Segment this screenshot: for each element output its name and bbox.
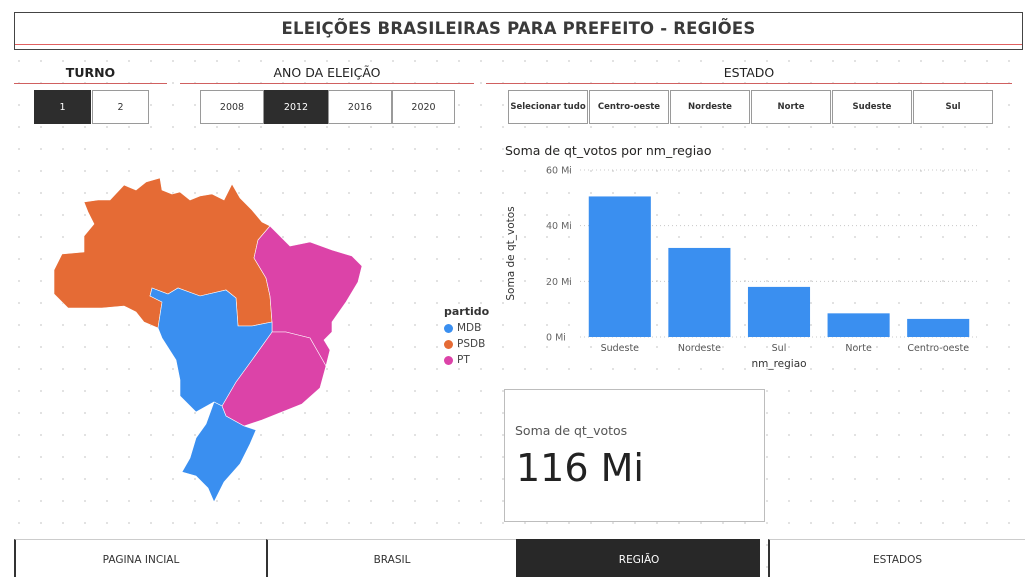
estado-option-selecionar-tudo[interactable]: Selecionar tudo bbox=[508, 90, 588, 124]
ano-option-2016[interactable]: 2016 bbox=[328, 90, 392, 124]
estado-option-nordeste[interactable]: Nordeste bbox=[670, 90, 750, 124]
x-axis-title: nm_regiao bbox=[751, 358, 806, 370]
y-tick-label: 60 Mi bbox=[546, 166, 572, 177]
legend-label-mdb: MDB bbox=[457, 322, 482, 334]
legend-item-mdb[interactable]: MDB bbox=[444, 322, 489, 334]
y-tick-label: 20 Mi bbox=[546, 277, 572, 288]
bar-sudeste[interactable] bbox=[588, 196, 651, 337]
brazil-map-svg bbox=[53, 177, 363, 503]
bar-centro-oeste[interactable] bbox=[907, 318, 970, 337]
card-label: Soma de qt_votos bbox=[515, 423, 628, 438]
x-tick-label: Sudeste bbox=[601, 343, 640, 354]
ano-option-2012[interactable]: 2012 bbox=[264, 90, 328, 124]
card-value: 116 Mi bbox=[516, 446, 644, 490]
nav-estados[interactable]: ESTADOS bbox=[768, 539, 1025, 577]
y-tick-label: 0 Mi bbox=[546, 333, 566, 344]
legend-dot-pt bbox=[444, 355, 453, 365]
y-axis-title: Soma de qt_votos bbox=[505, 206, 517, 300]
y-tick-label: 40 Mi bbox=[546, 221, 572, 232]
legend-item-psdb[interactable]: PSDB bbox=[444, 338, 489, 350]
turno-slicer-title: TURNO bbox=[14, 65, 167, 84]
bar-norte[interactable] bbox=[827, 313, 890, 337]
map-legend: partido MDB PSDB PT bbox=[444, 305, 489, 370]
legend-label-psdb: PSDB bbox=[457, 338, 486, 350]
page-title-box: ELEIÇÕES BRASILEIRAS PARA PREFEITO - REG… bbox=[14, 12, 1023, 50]
legend-label-pt: PT bbox=[457, 354, 470, 366]
ano-option-2008[interactable]: 2008 bbox=[200, 90, 264, 124]
estado-option-centro-oeste[interactable]: Centro-oeste bbox=[589, 90, 669, 124]
total-votes-card[interactable]: Soma de qt_votos 116 Mi bbox=[504, 389, 765, 522]
bar-sul[interactable] bbox=[747, 286, 811, 337]
legend-title: partido bbox=[444, 305, 490, 318]
x-tick-label: Norte bbox=[845, 343, 872, 354]
x-tick-label: Nordeste bbox=[678, 343, 721, 354]
nav-brasil[interactable]: BRASIL bbox=[266, 539, 516, 577]
bar-nordeste[interactable] bbox=[668, 247, 731, 337]
legend-item-pt[interactable]: PT bbox=[444, 354, 489, 366]
turno-option-2[interactable]: 2 bbox=[92, 90, 149, 124]
legend-dot-psdb bbox=[444, 339, 453, 349]
estado-option-norte[interactable]: Norte bbox=[751, 90, 831, 124]
estado-option-sul[interactable]: Sul bbox=[913, 90, 993, 124]
nav-pagina-inicial[interactable]: PAGINA INCIAL bbox=[14, 539, 266, 577]
ano-option-2020[interactable]: 2020 bbox=[392, 90, 455, 124]
x-tick-label: Sul bbox=[772, 343, 787, 354]
ano-slicer-title: ANO DA ELEIÇÃO bbox=[180, 65, 474, 84]
estado-slicer-title: ESTADO bbox=[486, 65, 1012, 84]
legend-dot-mdb bbox=[444, 323, 453, 333]
x-tick-label: Centro-oeste bbox=[907, 343, 969, 354]
turno-option-1[interactable]: 1 bbox=[34, 90, 91, 124]
nav-regiao[interactable]: REGIÃO bbox=[516, 539, 760, 577]
votes-by-region-bar-chart: 0 Mi 20 Mi 40 Mi 60 Mi Sudeste Nordeste Sul Nor… bbox=[505, 166, 978, 370]
estado-option-sudeste[interactable]: Sudeste bbox=[832, 90, 912, 124]
brazil-region-map[interactable] bbox=[40, 170, 420, 510]
chart-title: Soma de qt_votos por nm_regiao bbox=[505, 143, 712, 158]
page-title: ELEIÇÕES BRASILEIRAS PARA PREFEITO - REG… bbox=[281, 19, 756, 38]
